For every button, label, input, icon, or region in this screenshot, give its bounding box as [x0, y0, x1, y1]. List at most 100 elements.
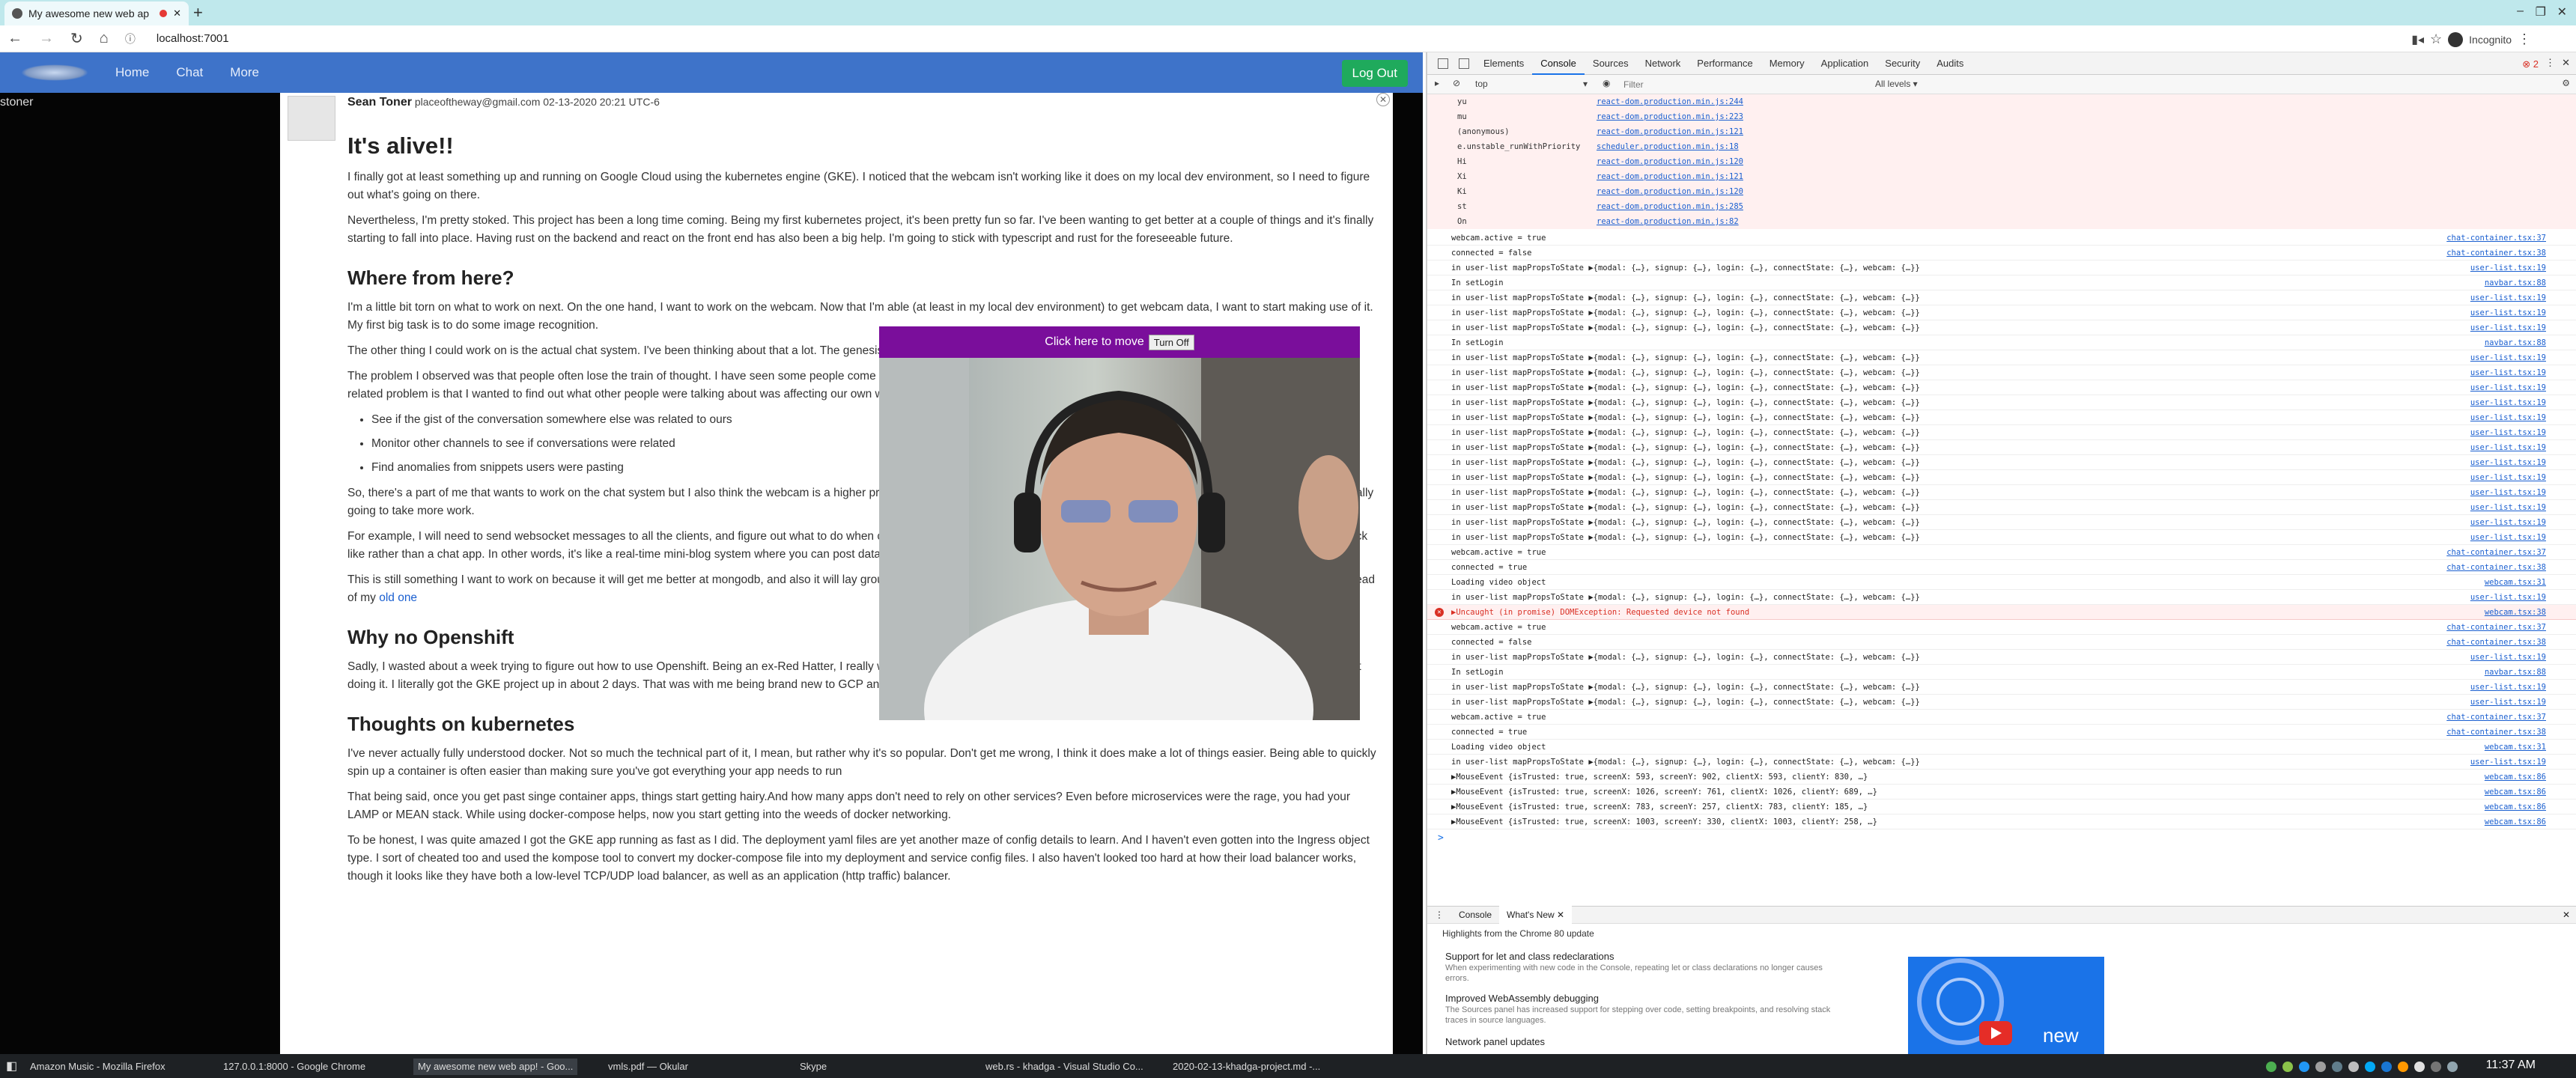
- stack-source-link[interactable]: react-dom.production.min.js:120: [1597, 187, 1743, 196]
- console-source-link[interactable]: user-list.tsx:19: [2470, 488, 2546, 497]
- new-tab-button[interactable]: +: [193, 3, 203, 22]
- taskbar-clock[interactable]: 11:37 AM: [2486, 1059, 2536, 1072]
- stack-source-link[interactable]: react-dom.production.min.js:121: [1597, 127, 1743, 136]
- incognito-indicator[interactable]: ▮◂ ☆ Incognito ⋮: [2411, 31, 2531, 47]
- console-log-row[interactable]: in user-list mapPropsToState ▶{modal: {……: [1427, 515, 2576, 530]
- console-source-link[interactable]: user-list.tsx:19: [2470, 593, 2546, 602]
- tab-elements[interactable]: Elements: [1475, 52, 1532, 75]
- drawer-menu-icon[interactable]: ⋮: [1427, 910, 1451, 920]
- console-source-link[interactable]: chat-container.tsx:37: [2446, 623, 2546, 632]
- logo[interactable]: [21, 64, 88, 81]
- console-source-link[interactable]: user-list.tsx:19: [2470, 293, 2546, 302]
- taskbar-item-okular[interactable]: vmls.pdf — Okular: [604, 1059, 693, 1075]
- webcam-drag-handle[interactable]: Click here to move Turn Off: [879, 326, 1360, 358]
- console-source-link[interactable]: chat-container.tsx:38: [2446, 563, 2546, 572]
- stack-source-link[interactable]: react-dom.production.min.js:120: [1597, 157, 1743, 166]
- close-window-icon[interactable]: ✕: [2557, 4, 2567, 19]
- console-log-row[interactable]: ▶MouseEvent {isTrusted: true, screenX: 7…: [1427, 800, 2576, 814]
- console-log-row[interactable]: in user-list mapPropsToState ▶{modal: {……: [1427, 650, 2576, 665]
- taskbar-item-chrome[interactable]: 127.0.0.1:8000 - Google Chrome: [219, 1059, 370, 1075]
- old-blog-link[interactable]: old one: [379, 591, 417, 604]
- stack-source-link[interactable]: scheduler.production.min.js:18: [1597, 142, 1739, 151]
- console-log-row[interactable]: Loading video object webcam.tsx:31: [1427, 740, 2576, 755]
- log-levels-dropdown[interactable]: All levels ▾: [1875, 79, 1918, 89]
- console-source-link[interactable]: webcam.tsx:38: [2485, 608, 2546, 617]
- console-source-link[interactable]: user-list.tsx:19: [2470, 383, 2546, 392]
- console-log-row[interactable]: in user-list mapPropsToState ▶{modal: {……: [1427, 500, 2576, 515]
- console-error-row[interactable]: ✕ ▶Uncaught (in promise) DOMException: Re…: [1427, 605, 2576, 620]
- console-log-row[interactable]: in user-list mapPropsToState ▶{modal: {……: [1427, 261, 2576, 275]
- tray-icon[interactable]: [2299, 1062, 2309, 1072]
- star-icon[interactable]: ☆: [2430, 31, 2442, 47]
- feature-title[interactable]: Network panel updates: [1445, 1036, 1545, 1047]
- stack-source-link[interactable]: react-dom.production.min.js:223: [1597, 112, 1743, 121]
- console-source-link[interactable]: user-list.tsx:19: [2470, 683, 2546, 692]
- console-log-row[interactable]: connected = false chat-container.tsx:38: [1427, 635, 2576, 650]
- console-log-row[interactable]: ▶MouseEvent {isTrusted: true, screenX: 1…: [1427, 814, 2576, 829]
- tray-icon[interactable]: [2315, 1062, 2326, 1072]
- console-log-row[interactable]: in user-list mapPropsToState ▶{modal: {……: [1427, 425, 2576, 440]
- console-source-link[interactable]: chat-container.tsx:38: [2446, 249, 2546, 258]
- console-source-link[interactable]: webcam.tsx:31: [2485, 743, 2546, 752]
- home-icon[interactable]: ⌂: [100, 30, 109, 47]
- console-log-row[interactable]: in user-list mapPropsToState ▶{modal: {……: [1427, 350, 2576, 365]
- info-icon[interactable]: ⓘ: [125, 31, 136, 46]
- context-selector[interactable]: top ▾: [1475, 79, 1588, 89]
- logout-button[interactable]: Log Out: [1341, 60, 1408, 87]
- tray-icon[interactable]: [2348, 1062, 2359, 1072]
- feature-title[interactable]: Improved WebAssembly debugging: [1445, 993, 1599, 1004]
- stack-source-link[interactable]: react-dom.production.min.js:244: [1597, 97, 1743, 106]
- taskbar-item-webapp[interactable]: My awesome new web app! - Goo...: [413, 1059, 578, 1075]
- taskbar-item-skype[interactable]: Skype: [795, 1059, 831, 1075]
- devtools-close-icon[interactable]: ✕: [2562, 57, 2570, 69]
- nav-more[interactable]: More: [230, 65, 259, 80]
- drawer-close-icon[interactable]: ✕: [2563, 910, 2570, 920]
- console-filter-input[interactable]: [1623, 77, 1848, 92]
- console-log-row[interactable]: webcam.active = true chat-container.tsx:3…: [1427, 620, 2576, 635]
- reload-icon[interactable]: ↻: [70, 29, 83, 48]
- tab-sources[interactable]: Sources: [1585, 52, 1637, 75]
- console-log-row[interactable]: in user-list mapPropsToState ▶{modal: {……: [1427, 695, 2576, 710]
- tray-icon[interactable]: [2332, 1062, 2342, 1072]
- console-log-row[interactable]: connected = true chat-container.tsx:38: [1427, 560, 2576, 575]
- console-log-row[interactable]: ▶MouseEvent {isTrusted: true, screenX: 5…: [1427, 770, 2576, 785]
- console-source-link[interactable]: user-list.tsx:19: [2470, 503, 2546, 512]
- tray-icon[interactable]: [2381, 1062, 2392, 1072]
- console-source-link[interactable]: user-list.tsx:19: [2470, 758, 2546, 767]
- inspect-icon[interactable]: [1438, 58, 1448, 69]
- console-log-row[interactable]: webcam.active = true chat-container.tsx:3…: [1427, 231, 2576, 246]
- console-log-row[interactable]: in user-list mapPropsToState ▶{modal: {……: [1427, 440, 2576, 455]
- eye-icon[interactable]: ◉: [1603, 78, 1610, 88]
- nav-home[interactable]: Home: [115, 65, 149, 80]
- console-log-row[interactable]: connected = true chat-container.tsx:38: [1427, 725, 2576, 740]
- console-log-row[interactable]: in user-list mapPropsToState ▶{modal: {……: [1427, 470, 2576, 485]
- console-source-link[interactable]: user-list.tsx:19: [2470, 458, 2546, 467]
- menu-icon[interactable]: ⋮: [2518, 31, 2531, 47]
- user-list-item[interactable]: stoner: [0, 96, 33, 109]
- console-log-row[interactable]: connected = false chat-container.tsx:38: [1427, 246, 2576, 261]
- tray-icon[interactable]: [2414, 1062, 2425, 1072]
- tray-icon[interactable]: [2431, 1062, 2441, 1072]
- tray-icon[interactable]: [2447, 1062, 2458, 1072]
- console-source-link[interactable]: chat-container.tsx:37: [2446, 234, 2546, 243]
- console-source-link[interactable]: user-list.tsx:19: [2470, 353, 2546, 362]
- drawer-tab-console[interactable]: Console: [1451, 910, 1499, 920]
- console-log-row[interactable]: webcam.active = true chat-container.tsx:3…: [1427, 710, 2576, 725]
- console-log-row[interactable]: ▶MouseEvent {isTrusted: true, screenX: 1…: [1427, 785, 2576, 800]
- console-source-link[interactable]: user-list.tsx:19: [2470, 428, 2546, 437]
- console-source-link[interactable]: chat-container.tsx:38: [2446, 638, 2546, 647]
- video-thumbnail[interactable]: new: [1908, 957, 2104, 1054]
- turn-off-button[interactable]: Turn Off: [1148, 334, 1194, 350]
- console-log-row[interactable]: in user-list mapPropsToState ▶{modal: {……: [1427, 305, 2576, 320]
- devtools-menu-icon[interactable]: ⋮: [2545, 57, 2555, 69]
- tab-memory[interactable]: Memory: [1761, 52, 1813, 75]
- start-menu-icon[interactable]: ◧: [6, 1059, 17, 1074]
- console-log-row[interactable]: In setLogin navbar.tsx:88: [1427, 665, 2576, 680]
- console-source-link[interactable]: chat-container.tsx:37: [2446, 713, 2546, 722]
- console-source-link[interactable]: webcam.tsx:86: [2485, 788, 2546, 797]
- tray-icon[interactable]: [2266, 1062, 2276, 1072]
- console-log-row[interactable]: in user-list mapPropsToState ▶{modal: {……: [1427, 395, 2576, 410]
- console-source-link[interactable]: webcam.tsx:86: [2485, 817, 2546, 826]
- console-log-row[interactable]: in user-list mapPropsToState ▶{modal: {……: [1427, 380, 2576, 395]
- console-source-link[interactable]: user-list.tsx:19: [2470, 264, 2546, 272]
